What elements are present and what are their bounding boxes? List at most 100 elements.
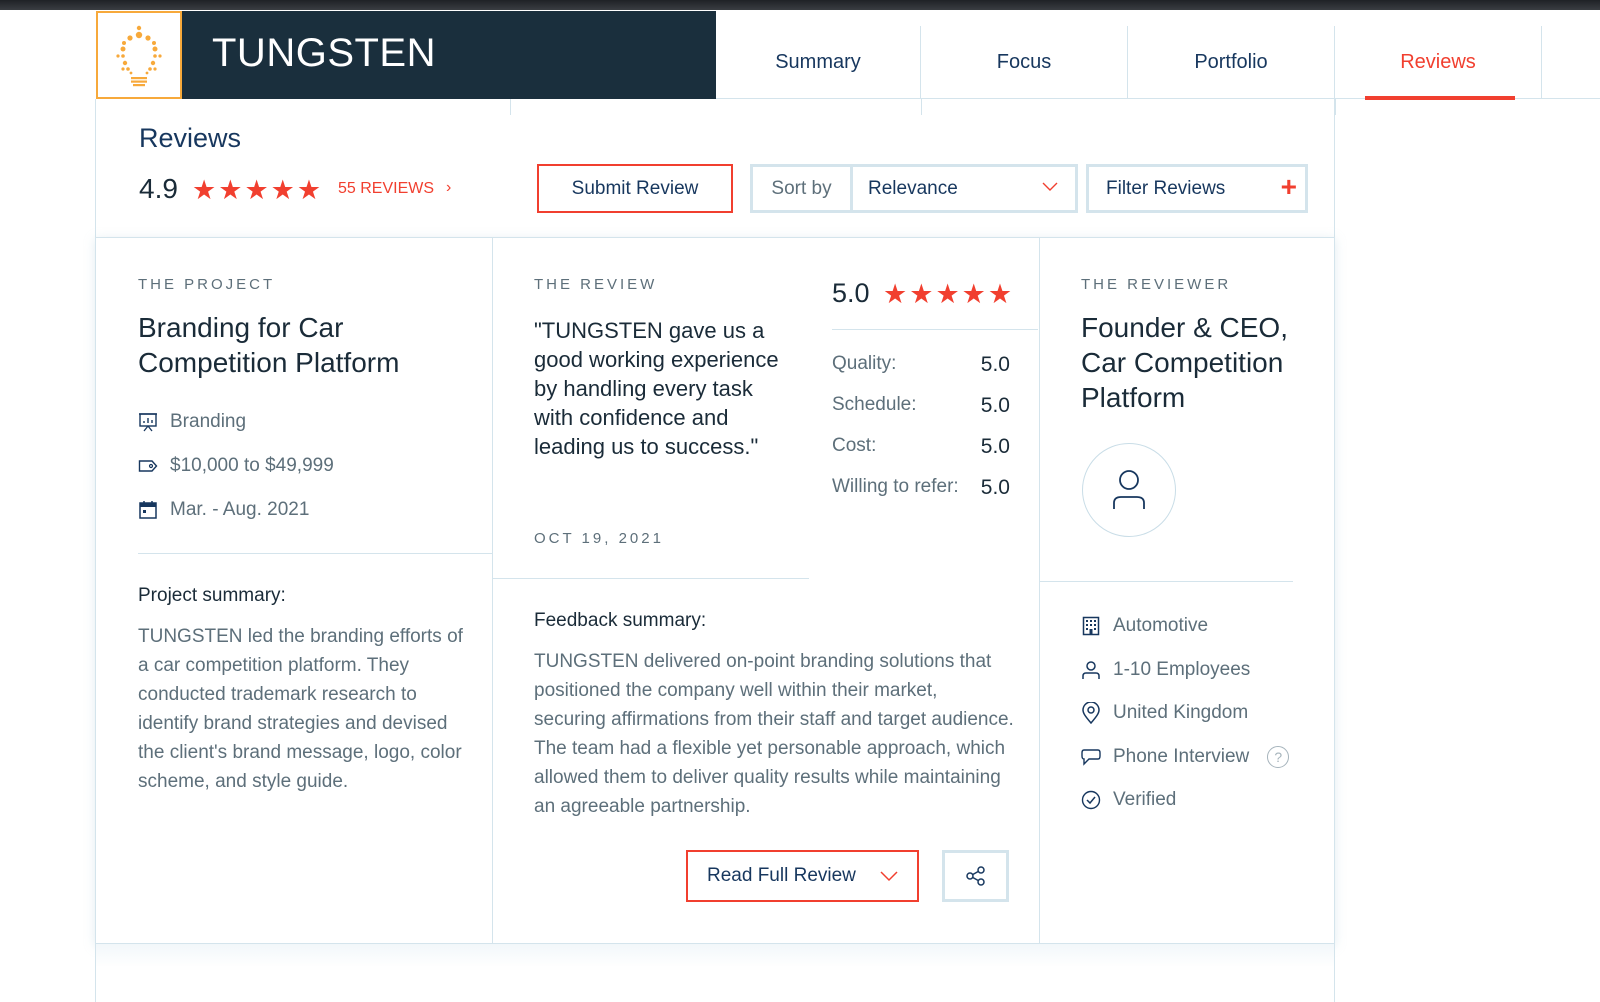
reviewer-verified: Verified — [1081, 789, 1176, 811]
divider — [138, 553, 492, 554]
reviewer-company-size: 1-10 Employees — [1081, 659, 1250, 681]
star-icon: ★ — [218, 175, 243, 205]
score-label: Schedule: — [832, 394, 917, 415]
divider — [1039, 581, 1293, 582]
tab-summary[interactable]: Summary — [716, 26, 921, 99]
star-icon: ★ — [192, 175, 217, 205]
section-title: Reviews — [139, 123, 242, 153]
button-label: Filter Reviews — [1106, 177, 1226, 199]
next-review-card — [95, 944, 1335, 1002]
overall-stars: ★ ★ ★ ★ ★ — [192, 177, 321, 204]
score-value: 5.0 — [980, 394, 1010, 417]
building-icon — [1082, 616, 1100, 636]
budget-text: $10,000 to $49,999 — [170, 455, 334, 476]
star-icon: ★ — [935, 279, 960, 309]
help-icon[interactable]: ? — [1267, 746, 1290, 768]
tab-label: Portfolio — [1194, 51, 1268, 73]
star-icon: ★ — [296, 175, 322, 205]
score-label: Cost: — [832, 435, 877, 456]
tab-label: Summary — [775, 51, 861, 73]
company-logo — [96, 11, 182, 99]
tab-label: Reviews — [1400, 51, 1476, 73]
filter-reviews-button[interactable]: Filter Reviews + — [1086, 164, 1308, 213]
chevron-down-icon — [880, 871, 898, 882]
score-value: 5.0 — [980, 435, 1010, 458]
review-eyebrow: THE REVIEW — [534, 276, 658, 293]
industry-text: Automotive — [1113, 615, 1209, 636]
presentation-chart-icon — [139, 413, 157, 432]
review-card: THE PROJECT Branding for Car Competition… — [95, 237, 1335, 944]
sort-by-label: Sort by — [753, 167, 853, 210]
review-overall-score: 5.0 — [832, 278, 870, 308]
submit-review-button[interactable]: Submit Review — [537, 164, 733, 213]
score-cost: Cost: 5.0 — [832, 435, 1010, 459]
feedback-summary-label: Feedback summary: — [534, 610, 707, 631]
overall-rating: 4.9 — [139, 173, 178, 204]
score-label: Willing to refer: — [832, 476, 959, 497]
sort-selected-value: Relevance — [868, 177, 958, 199]
divider — [1335, 99, 1336, 115]
reviewer-avatar — [1082, 443, 1176, 537]
share-button[interactable] — [942, 850, 1009, 902]
reviewer-eyebrow: THE REVIEWER — [1081, 276, 1232, 293]
project-summary-text: TUNGSTEN led the branding efforts of a c… — [138, 626, 463, 792]
chat-bubble-icon — [1081, 749, 1101, 766]
reviews-header: Reviews 4.9 ★ ★ ★ ★ ★ 55 REVIEWS › Submi… — [95, 99, 1335, 237]
service-text: Branding — [170, 411, 247, 432]
user-icon — [1113, 470, 1145, 509]
review-quote: "TUNGSTEN gave us a good working experie… — [534, 318, 779, 459]
score-value: 5.0 — [980, 353, 1010, 376]
star-icon: ★ — [961, 279, 986, 309]
score-label: Quality: — [832, 353, 897, 374]
reviewer-review-type: Phone Interview ? — [1081, 746, 1290, 768]
review-date: OCT 19, 2021 — [534, 530, 664, 547]
project-title: Branding for Car Competition Platform — [138, 312, 400, 378]
score-value: 5.0 — [980, 476, 1010, 499]
timeline-text: Mar. - Aug. 2021 — [170, 499, 310, 520]
person-icon — [1082, 661, 1100, 679]
score-quality: Quality: 5.0 — [832, 353, 1010, 377]
tab-focus[interactable]: Focus — [921, 26, 1128, 99]
lightbulb-dots-icon — [116, 25, 162, 87]
divider — [492, 578, 809, 579]
share-icon — [965, 866, 985, 886]
project-eyebrow: THE PROJECT — [138, 276, 276, 293]
tab-reviews[interactable]: Reviews — [1335, 26, 1542, 100]
review-stars: ★ ★ ★ ★ ★ — [883, 281, 1012, 308]
verified-check-icon — [1081, 790, 1101, 810]
chevron-down-icon — [1042, 182, 1058, 191]
verified-text: Verified — [1113, 789, 1177, 810]
company-size-text: 1-10 Employees — [1113, 659, 1251, 680]
active-tab-indicator — [1365, 96, 1515, 100]
profile-tabs: Summary Focus Portfolio Reviews — [716, 11, 1600, 100]
read-full-review-button[interactable]: Read Full Review — [686, 850, 919, 902]
score-schedule: Schedule: 5.0 — [832, 394, 1010, 418]
divider — [832, 329, 1038, 330]
tab-portfolio[interactable]: Portfolio — [1128, 26, 1335, 99]
sort-select[interactable]: Relevance — [853, 167, 1075, 210]
location-pin-icon — [1082, 702, 1100, 724]
feedback-summary-text: TUNGSTEN delivered on-point branding sol… — [534, 651, 1014, 817]
project-budget: $10,000 to $49,999 — [138, 455, 334, 477]
calendar-icon — [139, 501, 157, 519]
price-tag-icon — [138, 460, 158, 472]
location-text: United Kingdom — [1113, 702, 1249, 723]
star-icon: ★ — [270, 175, 295, 205]
review-type-text: Phone Interview — [1113, 746, 1250, 767]
project-service: Branding — [138, 411, 246, 433]
column-divider — [1039, 238, 1040, 943]
brand-bar: TUNGSTEN — [182, 11, 716, 99]
reviews-count-link[interactable]: 55 REVIEWS — [338, 180, 434, 198]
project-summary-label: Project summary: — [138, 585, 286, 606]
star-icon: ★ — [244, 175, 269, 205]
chevron-right-icon[interactable]: › — [446, 179, 451, 197]
sort-dropdown[interactable]: Sort by Relevance — [750, 164, 1078, 213]
reviewer-title: Founder & CEO, Car Competition Platform — [1081, 312, 1288, 413]
project-timeline: Mar. - Aug. 2021 — [138, 499, 309, 521]
company-name: TUNGSTEN — [212, 31, 436, 75]
plus-icon: + — [1280, 171, 1297, 202]
button-label: Read Full Review — [707, 865, 856, 886]
tab-label: Focus — [996, 51, 1052, 73]
reviewer-industry: Automotive — [1081, 615, 1208, 637]
browser-top-bar — [0, 0, 1600, 10]
